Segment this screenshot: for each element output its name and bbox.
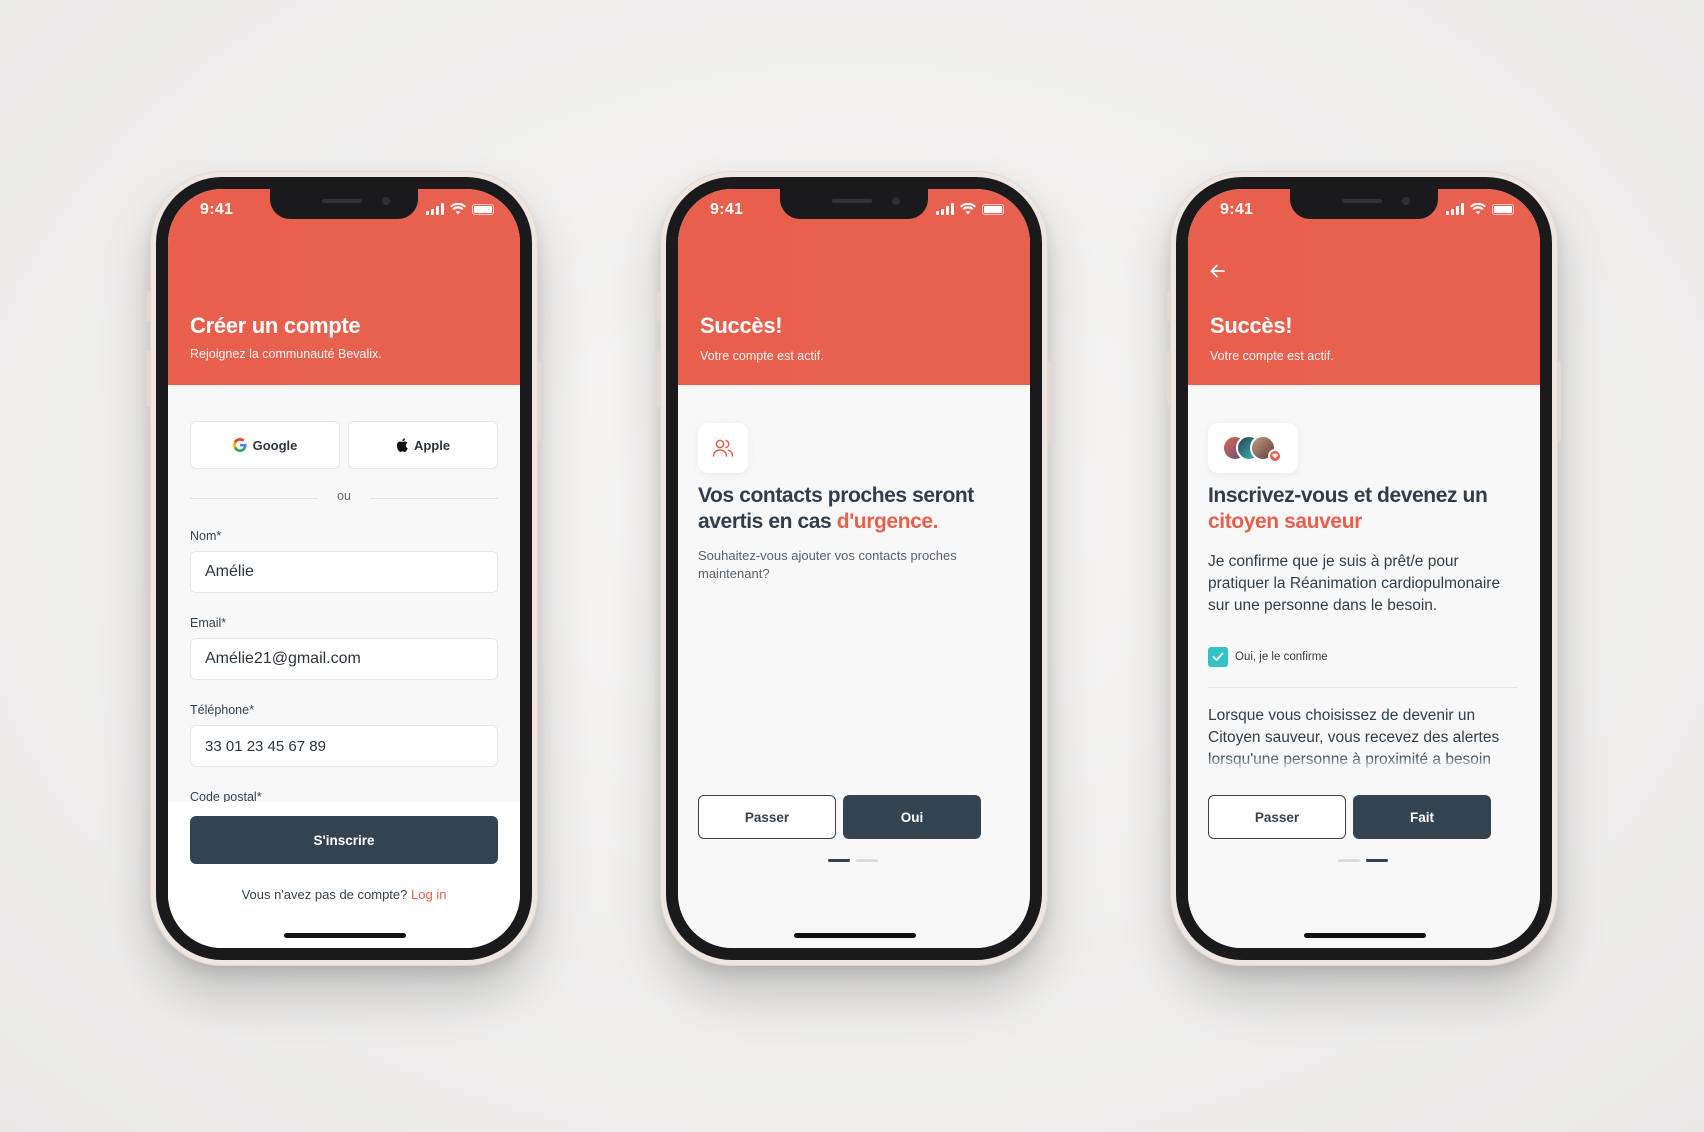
- home-indicator: [794, 933, 916, 938]
- login-prompt: Vous n'avez pas de compte? Log in: [168, 887, 520, 902]
- signup-form: Google Apple ou Nom* Amélie Email* Améli…: [168, 385, 520, 948]
- confirm-checkbox[interactable]: [1208, 647, 1228, 667]
- email-label: Email*: [190, 616, 227, 630]
- page-dot-1[interactable]: [1338, 859, 1360, 862]
- apple-signin-button[interactable]: Apple: [348, 421, 498, 469]
- status-time: 9:41: [1220, 201, 1254, 218]
- page-title: Créer un compte: [190, 313, 361, 338]
- page-title: Succès!: [700, 313, 783, 338]
- back-arrow-icon[interactable]: [1208, 261, 1228, 281]
- contacts-question: Souhaitez-vous ajouter vos contacts proc…: [698, 548, 957, 581]
- wifi-icon: [450, 203, 466, 215]
- heart-badge-icon: [1268, 449, 1282, 463]
- phone-field[interactable]: 33 01 23 45 67 89: [190, 725, 498, 767]
- contacts-title: Vos contacts proches seront avertis en c…: [698, 483, 1014, 535]
- status-time: 9:41: [710, 201, 744, 218]
- page-title: Succès!: [1210, 313, 1293, 338]
- checkbox-label[interactable]: Oui, je le confirme: [1235, 651, 1328, 663]
- signup-screen: 9:41 Créer un compte Rejoignez la commun…: [168, 189, 520, 948]
- notch: [270, 189, 418, 219]
- google-label: Google: [252, 437, 298, 453]
- scroll-fade: [1188, 755, 1540, 779]
- battery-icon: [982, 203, 1004, 215]
- notch: [780, 189, 928, 219]
- phone-label: Téléphone*: [190, 703, 254, 717]
- rescuer-title: Inscrivez-vous et devenez un citoyen sau…: [1208, 483, 1524, 535]
- skip-button[interactable]: Passer: [1208, 795, 1346, 839]
- status-icons: [936, 203, 1004, 215]
- confirm-text: Je confirme que je suis à prêt/e pour pr…: [1208, 553, 1501, 614]
- name-label: Nom*: [190, 529, 222, 543]
- battery-icon: [1492, 203, 1514, 215]
- page-dot-2[interactable]: [856, 859, 878, 862]
- google-icon: [232, 438, 247, 452]
- title-text: Inscrivez-vous et devenez un: [1208, 484, 1488, 507]
- page-dot-2[interactable]: [1366, 859, 1388, 862]
- google-signin-button[interactable]: Google: [190, 421, 340, 469]
- signup-button[interactable]: S'inscrire: [190, 816, 498, 864]
- signal-icon: [936, 203, 954, 215]
- wifi-icon: [960, 203, 976, 215]
- status-icons: [426, 203, 494, 215]
- signal-icon: [1446, 203, 1464, 215]
- rescuer-content: Inscrivez-vous et devenez un citoyen sau…: [1188, 385, 1540, 948]
- page-subtitle: Votre compte est actif.: [1210, 349, 1334, 363]
- name-field[interactable]: Amélie: [190, 551, 498, 593]
- status-icons: [1446, 203, 1514, 215]
- phone-mockup-contacts: 9:41 Succès! Votre compte est actif. Vos: [657, 171, 1051, 966]
- page-subtitle: Votre compte est actif.: [700, 349, 824, 363]
- avatars-card: [1208, 423, 1298, 473]
- phone-mockup-rescuer: 9:41 Succès! Votre compte est actif. Ins…: [1167, 171, 1561, 966]
- wifi-icon: [1470, 203, 1486, 215]
- email-field[interactable]: Amélie21@gmail.com: [190, 638, 498, 680]
- title-accent: citoyen sauveur: [1208, 510, 1362, 533]
- login-link[interactable]: Log in: [411, 887, 446, 902]
- signal-icon: [426, 203, 444, 215]
- check-icon: [1212, 652, 1224, 661]
- users-icon: [712, 439, 734, 457]
- pagination-dots: [1338, 859, 1388, 862]
- apple-icon: [396, 438, 408, 452]
- divider-text: ou: [337, 489, 351, 503]
- contacts-screen: 9:41 Succès! Votre compte est actif. Vos: [678, 189, 1030, 948]
- section-divider: [1208, 687, 1518, 688]
- rescuer-screen: 9:41 Succès! Votre compte est actif. Ins…: [1188, 189, 1540, 948]
- contacts-icon-card: [698, 423, 748, 473]
- pagination-dots: [828, 859, 878, 862]
- home-indicator: [1304, 933, 1426, 938]
- apple-label: Apple: [413, 437, 451, 453]
- signup-footer: S'inscrire Vous n'avez pas de compte? Lo…: [168, 802, 520, 948]
- account-prompt: Vous n'avez pas de compte?: [241, 887, 408, 902]
- phone-mockup-signup: 9:41 Créer un compte Rejoignez la commun…: [147, 171, 541, 966]
- title-accent: d'urgence.: [836, 510, 939, 533]
- notch: [1290, 189, 1438, 219]
- home-indicator: [284, 933, 406, 938]
- done-button[interactable]: Fait: [1353, 795, 1491, 839]
- battery-icon: [472, 203, 494, 215]
- contacts-content: Vos contacts proches seront avertis en c…: [678, 385, 1030, 948]
- page-subtitle: Rejoignez la communauté Bevalix.: [190, 347, 382, 361]
- status-time: 9:41: [200, 201, 234, 218]
- page-dot-1[interactable]: [828, 859, 850, 862]
- skip-button[interactable]: Passer: [698, 795, 836, 839]
- yes-button[interactable]: Oui: [843, 795, 981, 839]
